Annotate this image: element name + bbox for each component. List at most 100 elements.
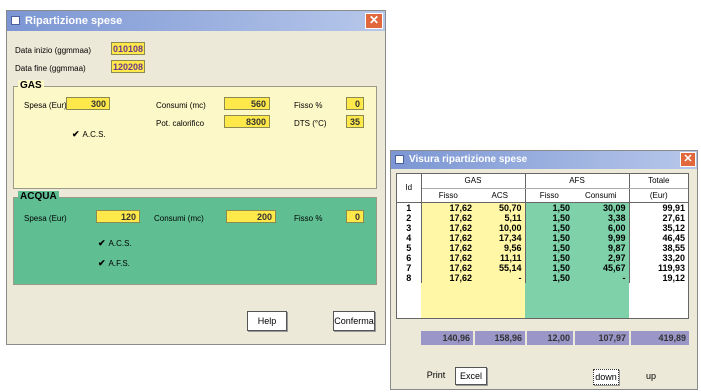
row-afs-consumi: 30,09: [573, 202, 630, 213]
row-id: 1: [397, 202, 422, 213]
table-row[interactable]: 2 17,62 5,11 1,50 3,38 27,61: [397, 212, 688, 223]
gas-acs-checkbox[interactable]: ✔ A.C.S.: [72, 129, 106, 140]
gas-consumi-field[interactable]: 560: [224, 97, 270, 110]
row-gas-acs: 17,34: [475, 232, 526, 243]
row-gas-acs: 55,14: [475, 262, 526, 273]
close-icon[interactable]: ✕: [680, 152, 696, 167]
gas-dts-field[interactable]: 35: [346, 115, 364, 128]
conferma-button[interactable]: Conferma: [333, 311, 375, 331]
total-afs-fisso: 12,00: [527, 331, 573, 345]
close-icon[interactable]: ✕: [365, 13, 383, 29]
table-row[interactable]: 1 17,62 50,70 1,50 30,09 99,91: [397, 202, 688, 213]
gas-fisso-label: Fisso %: [294, 101, 323, 110]
row-afs-consumi: 2,97: [573, 252, 630, 263]
visura-table: Id GAS AFS Totale Fisso ACS Fisso Consum…: [397, 174, 688, 283]
up-button[interactable]: up: [641, 369, 661, 385]
table-row[interactable]: 6 17,62 11,11 1,50 2,97 33,20: [397, 252, 688, 263]
visura-table-body: 1 17,62 50,70 1,50 30,09 99,91 2 17,62 5,11 1,50 3…: [397, 202, 688, 283]
row-afs-fisso: 1,50: [552, 212, 570, 223]
table-row[interactable]: 4 17,62 17,34 1,50 9,99 46,45: [397, 232, 688, 243]
row-id: 2: [397, 212, 422, 223]
row-gas-acs: 11,11: [475, 252, 526, 263]
down-button[interactable]: down: [593, 369, 619, 385]
table-row[interactable]: 7 17,62 55,14 1,50 45,67 119,93: [397, 262, 688, 273]
gas-spesa-label: Spesa (Eur): [24, 101, 67, 110]
row-id: 5: [397, 242, 422, 253]
row-id: 8: [397, 272, 422, 283]
acqua-group-title: ACQUA: [18, 191, 59, 203]
ripartizione-window: Ripartizione spese ✕ Data inizio (ggmmaa…: [6, 10, 386, 345]
row-totale: 119,93: [657, 262, 685, 273]
table-row[interactable]: 8 17,62-1,50-19,12: [397, 272, 688, 283]
gas-fisso-field[interactable]: 0: [346, 97, 364, 110]
row-gas-acs: 9,56: [475, 242, 526, 253]
row-gas-acs: 5,11: [475, 212, 526, 223]
row-afs-fisso: 1,50: [552, 222, 570, 233]
table-row[interactable]: 5 17,62 9,56 1,50 9,87 38,55: [397, 242, 688, 253]
header-gas-acs: ACS: [475, 188, 526, 203]
data-inizio-field[interactable]: 010108: [111, 42, 145, 55]
total-totale: 419,89: [631, 331, 689, 345]
window-title: Visura ripartizione spese: [409, 154, 528, 165]
data-fine-label: Data fine (ggmmaa): [15, 64, 86, 73]
acqua-afs-checkbox[interactable]: ✔ A.F.S.: [98, 258, 130, 269]
gas-dts-label: DTS (°C): [294, 119, 327, 128]
header-totale-eur: (Eur): [629, 188, 688, 203]
row-id: 7: [397, 262, 422, 273]
row-afs-fisso: 1,50: [552, 262, 570, 273]
gas-group: GAS Spesa (Eur) 300 Consumi (mc) 560 Fis…: [13, 80, 377, 189]
header-afs: AFS: [525, 174, 630, 189]
check-icon: ✔: [98, 258, 106, 268]
ripartizione-titlebar[interactable]: Ripartizione spese: [7, 11, 385, 31]
window-title: Ripartizione spese: [25, 15, 123, 27]
gas-potcal-field[interactable]: 8300: [224, 115, 270, 128]
header-totale: Totale: [629, 174, 688, 189]
row-gas-fisso: 17,62: [449, 232, 472, 243]
row-id: 3: [397, 222, 422, 233]
row-totale: 19,12: [662, 272, 685, 283]
acqua-consumi-label: Consumi (mc): [154, 214, 204, 223]
row-id: 4: [397, 232, 422, 243]
row-totale: 27,61: [662, 212, 685, 223]
app-icon: [11, 16, 20, 25]
data-fine-field[interactable]: 120208: [111, 60, 145, 73]
check-icon: ✔: [72, 129, 80, 139]
row-gas-acs: 10,00: [475, 222, 526, 233]
help-button[interactable]: Help: [247, 311, 287, 331]
row-afs-fisso: 1,50: [552, 272, 570, 283]
row-gas-fisso: 17,62: [449, 272, 472, 283]
row-gas-fisso: 17,62: [449, 222, 472, 233]
print-button[interactable]: Print: [421, 367, 451, 385]
excel-button[interactable]: Excel: [455, 367, 487, 385]
row-gas-fisso: 17,62: [449, 242, 472, 253]
data-inizio-label: Data inizio (ggmmaa): [15, 46, 92, 55]
row-afs-fisso: 1,50: [552, 232, 570, 243]
row-gas-acs: -: [475, 272, 526, 283]
visura-titlebar[interactable]: Visura ripartizione spese: [391, 151, 697, 169]
acqua-afs-label: A.F.S.: [108, 259, 130, 268]
check-icon: ✔: [98, 238, 106, 248]
gas-acs-label: A.C.S.: [82, 130, 106, 139]
acqua-acs-checkbox[interactable]: ✔ A.C.S.: [98, 238, 132, 249]
acqua-spesa-label: Spesa (Eur): [24, 214, 67, 223]
row-gas-acs: 50,70: [475, 202, 526, 213]
gas-spesa-field[interactable]: 300: [66, 97, 110, 110]
total-afs-consumi: 107,97: [575, 331, 629, 345]
app-icon: [395, 155, 404, 164]
header-id: Id: [397, 174, 422, 203]
row-afs-consumi: 9,87: [573, 242, 630, 253]
row-totale: 35,12: [662, 222, 685, 233]
acqua-fisso-label: Fisso %: [294, 214, 323, 223]
acqua-fisso-field[interactable]: 0: [346, 210, 364, 223]
row-afs-consumi: -: [573, 272, 630, 283]
visura-window: Visura ripartizione spese ✕ Id GAS AFS T…: [390, 150, 698, 390]
row-totale: 46,45: [662, 232, 685, 243]
header-gas: GAS: [421, 174, 526, 189]
row-id: 6: [397, 252, 422, 263]
acqua-spesa-field[interactable]: 120: [96, 210, 140, 223]
acqua-consumi-field[interactable]: 200: [226, 210, 276, 223]
row-totale: 33,20: [662, 252, 685, 263]
table-row[interactable]: 3 17,62 10,00 1,50 6,00 35,12: [397, 222, 688, 233]
row-afs-fisso: 1,50: [552, 252, 570, 263]
row-gas-fisso: 17,62: [449, 202, 472, 213]
